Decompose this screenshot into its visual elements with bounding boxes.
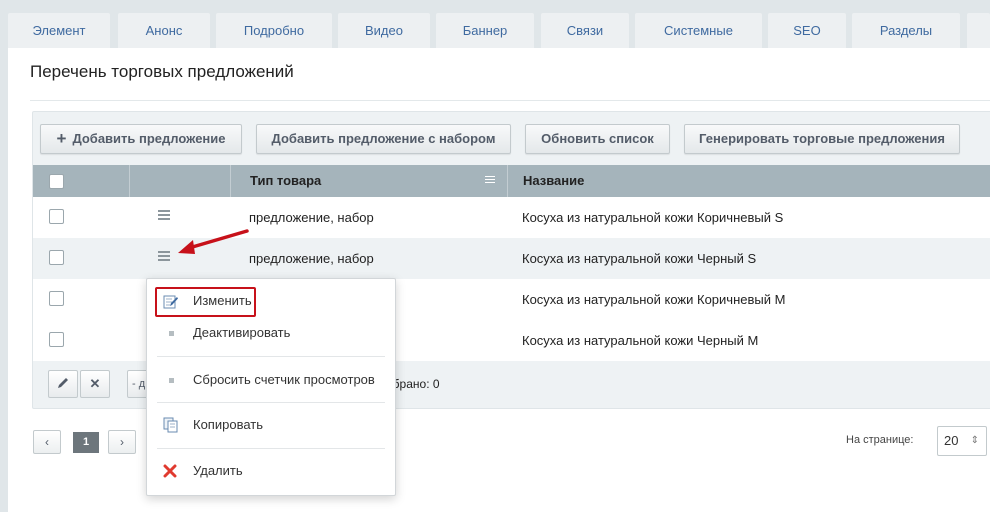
- copy-icon: [163, 417, 178, 433]
- updown-icon: ⇕: [970, 435, 979, 446]
- menu-item-delete[interactable]: Удалить: [147, 457, 395, 485]
- column-header-name[interactable]: Название: [523, 165, 584, 197]
- refresh-list-button[interactable]: Обновить список: [525, 124, 670, 154]
- tab-overflow[interactable]: [967, 13, 990, 48]
- tab-seo[interactable]: SEO: [768, 13, 846, 48]
- burger-menu-icon[interactable]: [158, 210, 170, 220]
- menu-label-copy: Копировать: [193, 417, 263, 432]
- tab-announce[interactable]: Анонс: [118, 13, 210, 48]
- highlight-box: [155, 287, 256, 317]
- row-checkbox[interactable]: [49, 291, 64, 306]
- red-arrow-icon: [178, 229, 249, 254]
- generate-offers-button[interactable]: Генерировать торговые предложения: [684, 124, 960, 154]
- per-page-select[interactable]: 20 ⇕: [937, 426, 987, 456]
- tab-details[interactable]: Подробно: [216, 13, 332, 48]
- tab-sections[interactable]: Разделы: [852, 13, 960, 48]
- bullet-icon: [169, 331, 174, 336]
- row-checkbox[interactable]: [49, 209, 64, 224]
- close-icon: ✕: [89, 376, 101, 391]
- edit-selected-button[interactable]: [48, 370, 78, 398]
- per-page-label: На странице:: [846, 434, 914, 446]
- row-name: Косуха из натуральной кожи Коричневый S: [522, 210, 784, 225]
- tab-video[interactable]: Видео: [338, 13, 430, 48]
- menu-divider: [157, 448, 385, 449]
- row-name: Косуха из натуральной кожи Черный S: [522, 251, 757, 266]
- row-type: предложение, набор: [249, 210, 374, 225]
- per-page-value: 20: [944, 433, 959, 448]
- column-menu-icon[interactable]: [485, 176, 495, 186]
- tab-links[interactable]: Связи: [541, 13, 629, 48]
- delete-icon: [163, 464, 177, 478]
- page-title: Перечень торговых предложений: [30, 62, 294, 81]
- tabs-bar: Элемент Анонс Подробно Видео Баннер Связ…: [0, 0, 990, 48]
- tab-system[interactable]: Системные: [635, 13, 762, 48]
- row-name: Косуха из натуральной кожи Черный M: [522, 333, 759, 348]
- tab-element[interactable]: Элемент: [8, 13, 110, 48]
- current-page[interactable]: 1: [73, 432, 99, 453]
- menu-item-copy[interactable]: Копировать: [147, 411, 395, 439]
- menu-divider: [157, 402, 385, 403]
- pencil-icon: [58, 378, 68, 388]
- add-offer-button[interactable]: + Добавить предложение: [40, 124, 242, 154]
- plus-icon: +: [56, 129, 67, 148]
- menu-label-reset-views: Сбросить счетчик просмотров: [193, 372, 375, 387]
- menu-divider: [157, 356, 385, 357]
- row-checkbox[interactable]: [49, 332, 64, 347]
- tab-banner[interactable]: Баннер: [436, 13, 534, 48]
- menu-label-delete: Удалить: [193, 463, 243, 478]
- column-divider: [230, 165, 231, 197]
- add-offer-set-button[interactable]: Добавить предложение с набором: [256, 124, 511, 154]
- add-offer-label: Добавить предложение: [72, 131, 226, 146]
- column-divider: [129, 165, 130, 197]
- delete-selected-button[interactable]: ✕: [80, 370, 110, 398]
- title-divider: [30, 100, 990, 101]
- next-page-button[interactable]: ›: [108, 430, 136, 454]
- row-checkbox[interactable]: [49, 250, 64, 265]
- prev-page-button[interactable]: ‹: [33, 430, 61, 454]
- row-name: Косуха из натуральной кожи Коричневый M: [522, 292, 786, 307]
- column-divider: [507, 165, 508, 197]
- select-all-checkbox[interactable]: [49, 174, 64, 189]
- column-header-type[interactable]: Тип товара: [250, 165, 321, 197]
- menu-item-deactivate[interactable]: Деактивировать: [147, 319, 395, 347]
- menu-item-reset-views[interactable]: Сбросить счетчик просмотров: [147, 366, 395, 394]
- menu-label-deactivate: Деактивировать: [193, 325, 291, 340]
- grid-header: Тип товара Название: [33, 165, 990, 197]
- bullet-icon: [169, 378, 174, 383]
- burger-menu-icon[interactable]: [158, 251, 170, 261]
- row-type: предложение, набор: [249, 251, 374, 266]
